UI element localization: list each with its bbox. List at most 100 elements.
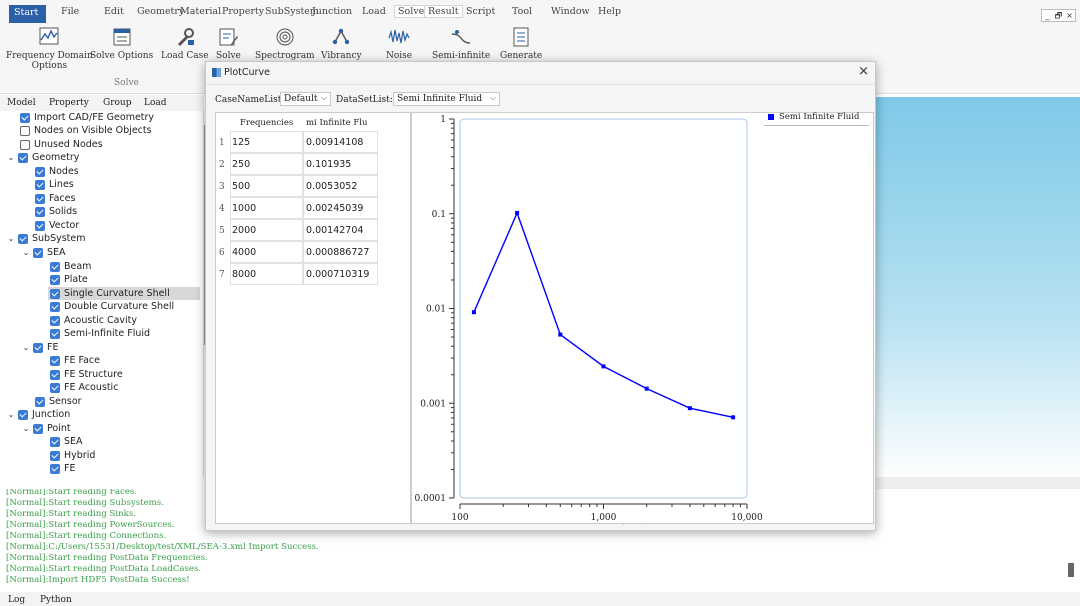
- checkbox[interactable]: [50, 436, 60, 447]
- menu-help[interactable]: Help: [598, 6, 621, 17]
- tree-item[interactable]: Sensor: [35, 395, 82, 408]
- tab-group[interactable]: Group: [103, 98, 131, 108]
- tree-item[interactable]: FE Structure: [50, 368, 123, 381]
- tree-item-geometry[interactable]: ⌄ Geometry: [6, 151, 80, 164]
- menu-subsystem[interactable]: SubSystem: [265, 6, 319, 17]
- tree-item[interactable]: Acoustic Cavity: [50, 314, 137, 327]
- table-row[interactable]: 4 1000 0.00245039: [216, 197, 412, 219]
- checkbox[interactable]: [33, 342, 43, 353]
- table-row[interactable]: 2 250 0.101935: [216, 153, 412, 175]
- checkbox[interactable]: [20, 125, 30, 136]
- menu-result[interactable]: Result: [424, 5, 463, 18]
- checkbox[interactable]: [18, 233, 28, 244]
- tree-item[interactable]: Plate: [50, 273, 88, 286]
- tab-load[interactable]: Load: [144, 98, 167, 108]
- tree-item[interactable]: Faces: [35, 192, 75, 205]
- checkbox[interactable]: [35, 206, 45, 217]
- table-row[interactable]: 1 125 0.00914108: [216, 131, 412, 153]
- menu-window[interactable]: Window: [551, 6, 590, 17]
- checkbox[interactable]: [50, 328, 60, 339]
- tree-item[interactable]: FE Face: [50, 354, 100, 367]
- minimize-icon[interactable]: _: [1042, 10, 1053, 21]
- close-icon[interactable]: ×: [858, 64, 869, 79]
- chevron-down-icon[interactable]: ⌄: [6, 153, 16, 162]
- column-header-frequencies[interactable]: Frequencies: [240, 118, 293, 128]
- tab-model[interactable]: Model: [7, 98, 36, 108]
- menu-tool[interactable]: Tool: [512, 6, 532, 17]
- checkbox[interactable]: [50, 450, 60, 461]
- log-scrollbar[interactable]: [1068, 563, 1074, 577]
- checkbox[interactable]: [35, 220, 45, 231]
- solve-options-button[interactable]: Solve Options: [90, 26, 153, 61]
- menu-load[interactable]: Load: [362, 6, 386, 17]
- chevron-down-icon[interactable]: ⌄: [21, 248, 31, 257]
- tree-item-subsystem[interactable]: ⌄ SubSystem: [6, 232, 86, 245]
- tree-item[interactable]: Import CAD/FE Geometry: [20, 111, 154, 124]
- tree-item-junction[interactable]: ⌄ Junction: [6, 408, 71, 421]
- checkbox[interactable]: [35, 396, 45, 407]
- menu-property[interactable]: Property: [222, 6, 264, 17]
- checkbox[interactable]: [50, 355, 60, 366]
- chevron-down-icon[interactable]: ⌄: [6, 234, 16, 243]
- tree-item[interactable]: FE Acoustic: [50, 381, 118, 394]
- column-header-values[interactable]: mi Infinite Flu: [306, 118, 378, 128]
- frequency-domain-options-button[interactable]: Frequency Domain Options: [6, 26, 93, 71]
- checkbox[interactable]: [35, 179, 45, 190]
- tree-item[interactable]: Vector: [35, 219, 79, 232]
- chart-area[interactable]: 0.0001 0.001 0.01 0.1 1 100 1,000 10,000 Frequen…: [411, 112, 874, 525]
- table-row[interactable]: 6 4000 0.000886727: [216, 241, 412, 263]
- tree-item[interactable]: Lines: [35, 178, 74, 191]
- tree-item[interactable]: Nodes: [35, 165, 79, 178]
- checkbox[interactable]: [18, 409, 28, 420]
- checkbox[interactable]: [33, 423, 43, 434]
- close-icon[interactable]: ×: [1064, 10, 1075, 21]
- tree-item-point[interactable]: ⌄ Point: [21, 422, 71, 435]
- case-name-select[interactable]: Default ⌵: [280, 92, 331, 106]
- checkbox[interactable]: [35, 193, 45, 204]
- menu-file[interactable]: File: [61, 6, 79, 17]
- semi-infinite-button[interactable]: Semi-infinite: [432, 26, 490, 61]
- chevron-down-icon[interactable]: ⌄: [6, 410, 16, 419]
- vibrancy-button[interactable]: Vibrancy: [321, 26, 362, 61]
- tab-log[interactable]: Log: [8, 595, 25, 605]
- checkbox[interactable]: [50, 288, 60, 299]
- generate-button[interactable]: Generate: [500, 26, 542, 61]
- dataset-select[interactable]: Semi Infinite Fluid ⌵: [393, 92, 500, 106]
- chevron-down-icon[interactable]: ⌄: [21, 424, 31, 433]
- tree-item[interactable]: Semi-Infinite Fluid: [50, 327, 150, 340]
- tree-item-fe[interactable]: ⌄ FE: [21, 341, 59, 354]
- tree-item[interactable]: Solids: [35, 205, 77, 218]
- checkbox[interactable]: [50, 301, 60, 312]
- tree-item[interactable]: Unused Nodes: [20, 138, 103, 151]
- tree-item[interactable]: Nodes on Visible Objects: [20, 124, 152, 137]
- tree-item[interactable]: Hybrid: [50, 449, 95, 462]
- checkbox[interactable]: [18, 152, 28, 163]
- checkbox[interactable]: [50, 261, 60, 272]
- checkbox[interactable]: [50, 463, 60, 474]
- solve-button[interactable]: Solve: [216, 26, 241, 61]
- menu-geometry[interactable]: Geometry: [137, 6, 184, 17]
- menu-edit[interactable]: Edit: [104, 6, 124, 17]
- menu-junction[interactable]: Junction: [312, 6, 352, 17]
- checkbox[interactable]: [50, 315, 60, 326]
- tree-item[interactable]: SEA: [50, 435, 83, 448]
- table-row[interactable]: 5 2000 0.00142704: [216, 219, 412, 241]
- table-row[interactable]: 7 8000 0.000710319: [216, 263, 412, 285]
- tab-property[interactable]: Property: [49, 98, 89, 108]
- checkbox[interactable]: [35, 166, 45, 177]
- viewport-3d[interactable]: [876, 97, 1080, 477]
- chevron-down-icon[interactable]: ⌄: [21, 343, 31, 352]
- checkbox[interactable]: [20, 139, 30, 150]
- checkbox[interactable]: [20, 112, 30, 123]
- tree-item[interactable]: Beam: [50, 260, 91, 273]
- tab-python[interactable]: Python: [40, 595, 72, 605]
- tree-item-selected[interactable]: Single Curvature Shell: [48, 287, 200, 300]
- tree-item[interactable]: Double Curvature Shell: [50, 300, 174, 313]
- noise-button[interactable]: Noise: [386, 26, 412, 61]
- restore-icon[interactable]: 🗗: [1053, 10, 1064, 21]
- tree-item-sea[interactable]: ⌄ SEA: [21, 246, 66, 259]
- menu-material[interactable]: Material: [180, 6, 221, 17]
- menu-script[interactable]: Script: [466, 6, 495, 17]
- table-row[interactable]: 3 500 0.0053052: [216, 175, 412, 197]
- spectrogram-button[interactable]: Spectrogram: [255, 26, 315, 61]
